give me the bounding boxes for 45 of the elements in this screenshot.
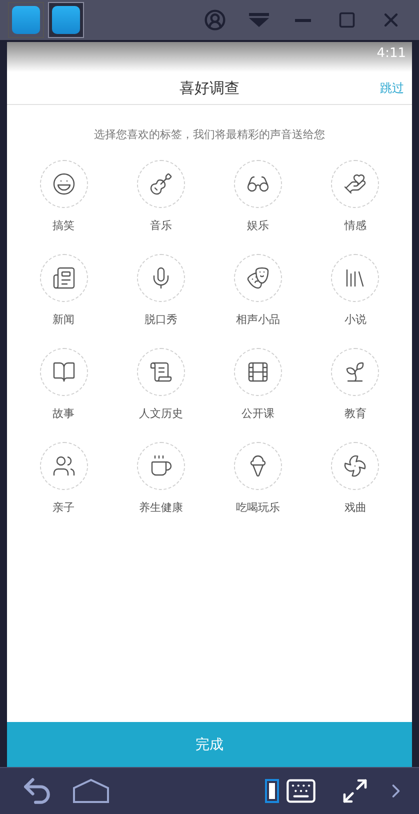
category-label: 教育 bbox=[344, 406, 366, 422]
category-label: 戏曲 bbox=[344, 500, 366, 516]
minimize-icon bbox=[295, 18, 311, 22]
app-icon bbox=[12, 6, 40, 34]
app-tab[interactable] bbox=[48, 2, 84, 38]
film-icon bbox=[246, 360, 270, 384]
app-tab[interactable] bbox=[8, 2, 44, 38]
fan-icon bbox=[343, 454, 368, 478]
coffee-cup-icon bbox=[148, 454, 173, 478]
category-label: 养生健康 bbox=[138, 500, 183, 516]
clock-time: 4:11 bbox=[376, 46, 406, 61]
category-label: 娱乐 bbox=[247, 218, 270, 234]
home-icon bbox=[72, 778, 110, 804]
category-label: 故事 bbox=[52, 406, 75, 422]
fullscreen-button[interactable] bbox=[341, 777, 369, 805]
category-label: 人文历史 bbox=[138, 406, 183, 422]
category-label: 小说 bbox=[344, 312, 366, 328]
category-label: 搞笑 bbox=[52, 218, 75, 234]
newspaper-icon bbox=[52, 266, 76, 290]
people-icon bbox=[52, 454, 76, 478]
page-title: 喜好调查 bbox=[180, 78, 240, 98]
dropdown-icon bbox=[249, 13, 269, 27]
category-label: 相声小品 bbox=[236, 312, 280, 328]
category-label: 吃喝玩乐 bbox=[236, 500, 280, 516]
category-label: 新闻 bbox=[52, 312, 75, 328]
portrait-toggle[interactable] bbox=[265, 779, 279, 803]
user-icon bbox=[204, 9, 226, 31]
maximize-icon bbox=[338, 11, 356, 29]
category-label: 音乐 bbox=[150, 218, 172, 234]
hand-heart-icon bbox=[343, 172, 368, 196]
home-button[interactable] bbox=[72, 778, 110, 804]
category-label: 公开课 bbox=[242, 406, 275, 422]
masks-icon bbox=[246, 266, 270, 290]
subtitle-text: 选择您喜欢的标签，我们将最精彩的声音送给您 bbox=[93, 127, 326, 142]
open-book-icon bbox=[52, 360, 76, 384]
app-icon bbox=[52, 6, 80, 34]
done-button[interactable]: 完成 bbox=[7, 722, 412, 767]
smiley-icon bbox=[52, 172, 76, 196]
category-label: 情感 bbox=[344, 218, 366, 234]
category-label: 脱口秀 bbox=[144, 312, 178, 328]
category-label: 亲子 bbox=[52, 500, 75, 516]
expand-icon bbox=[341, 777, 369, 805]
skip-link[interactable]: 跳过 bbox=[380, 80, 404, 96]
guitar-icon bbox=[148, 172, 173, 196]
scroll-icon bbox=[148, 360, 173, 384]
